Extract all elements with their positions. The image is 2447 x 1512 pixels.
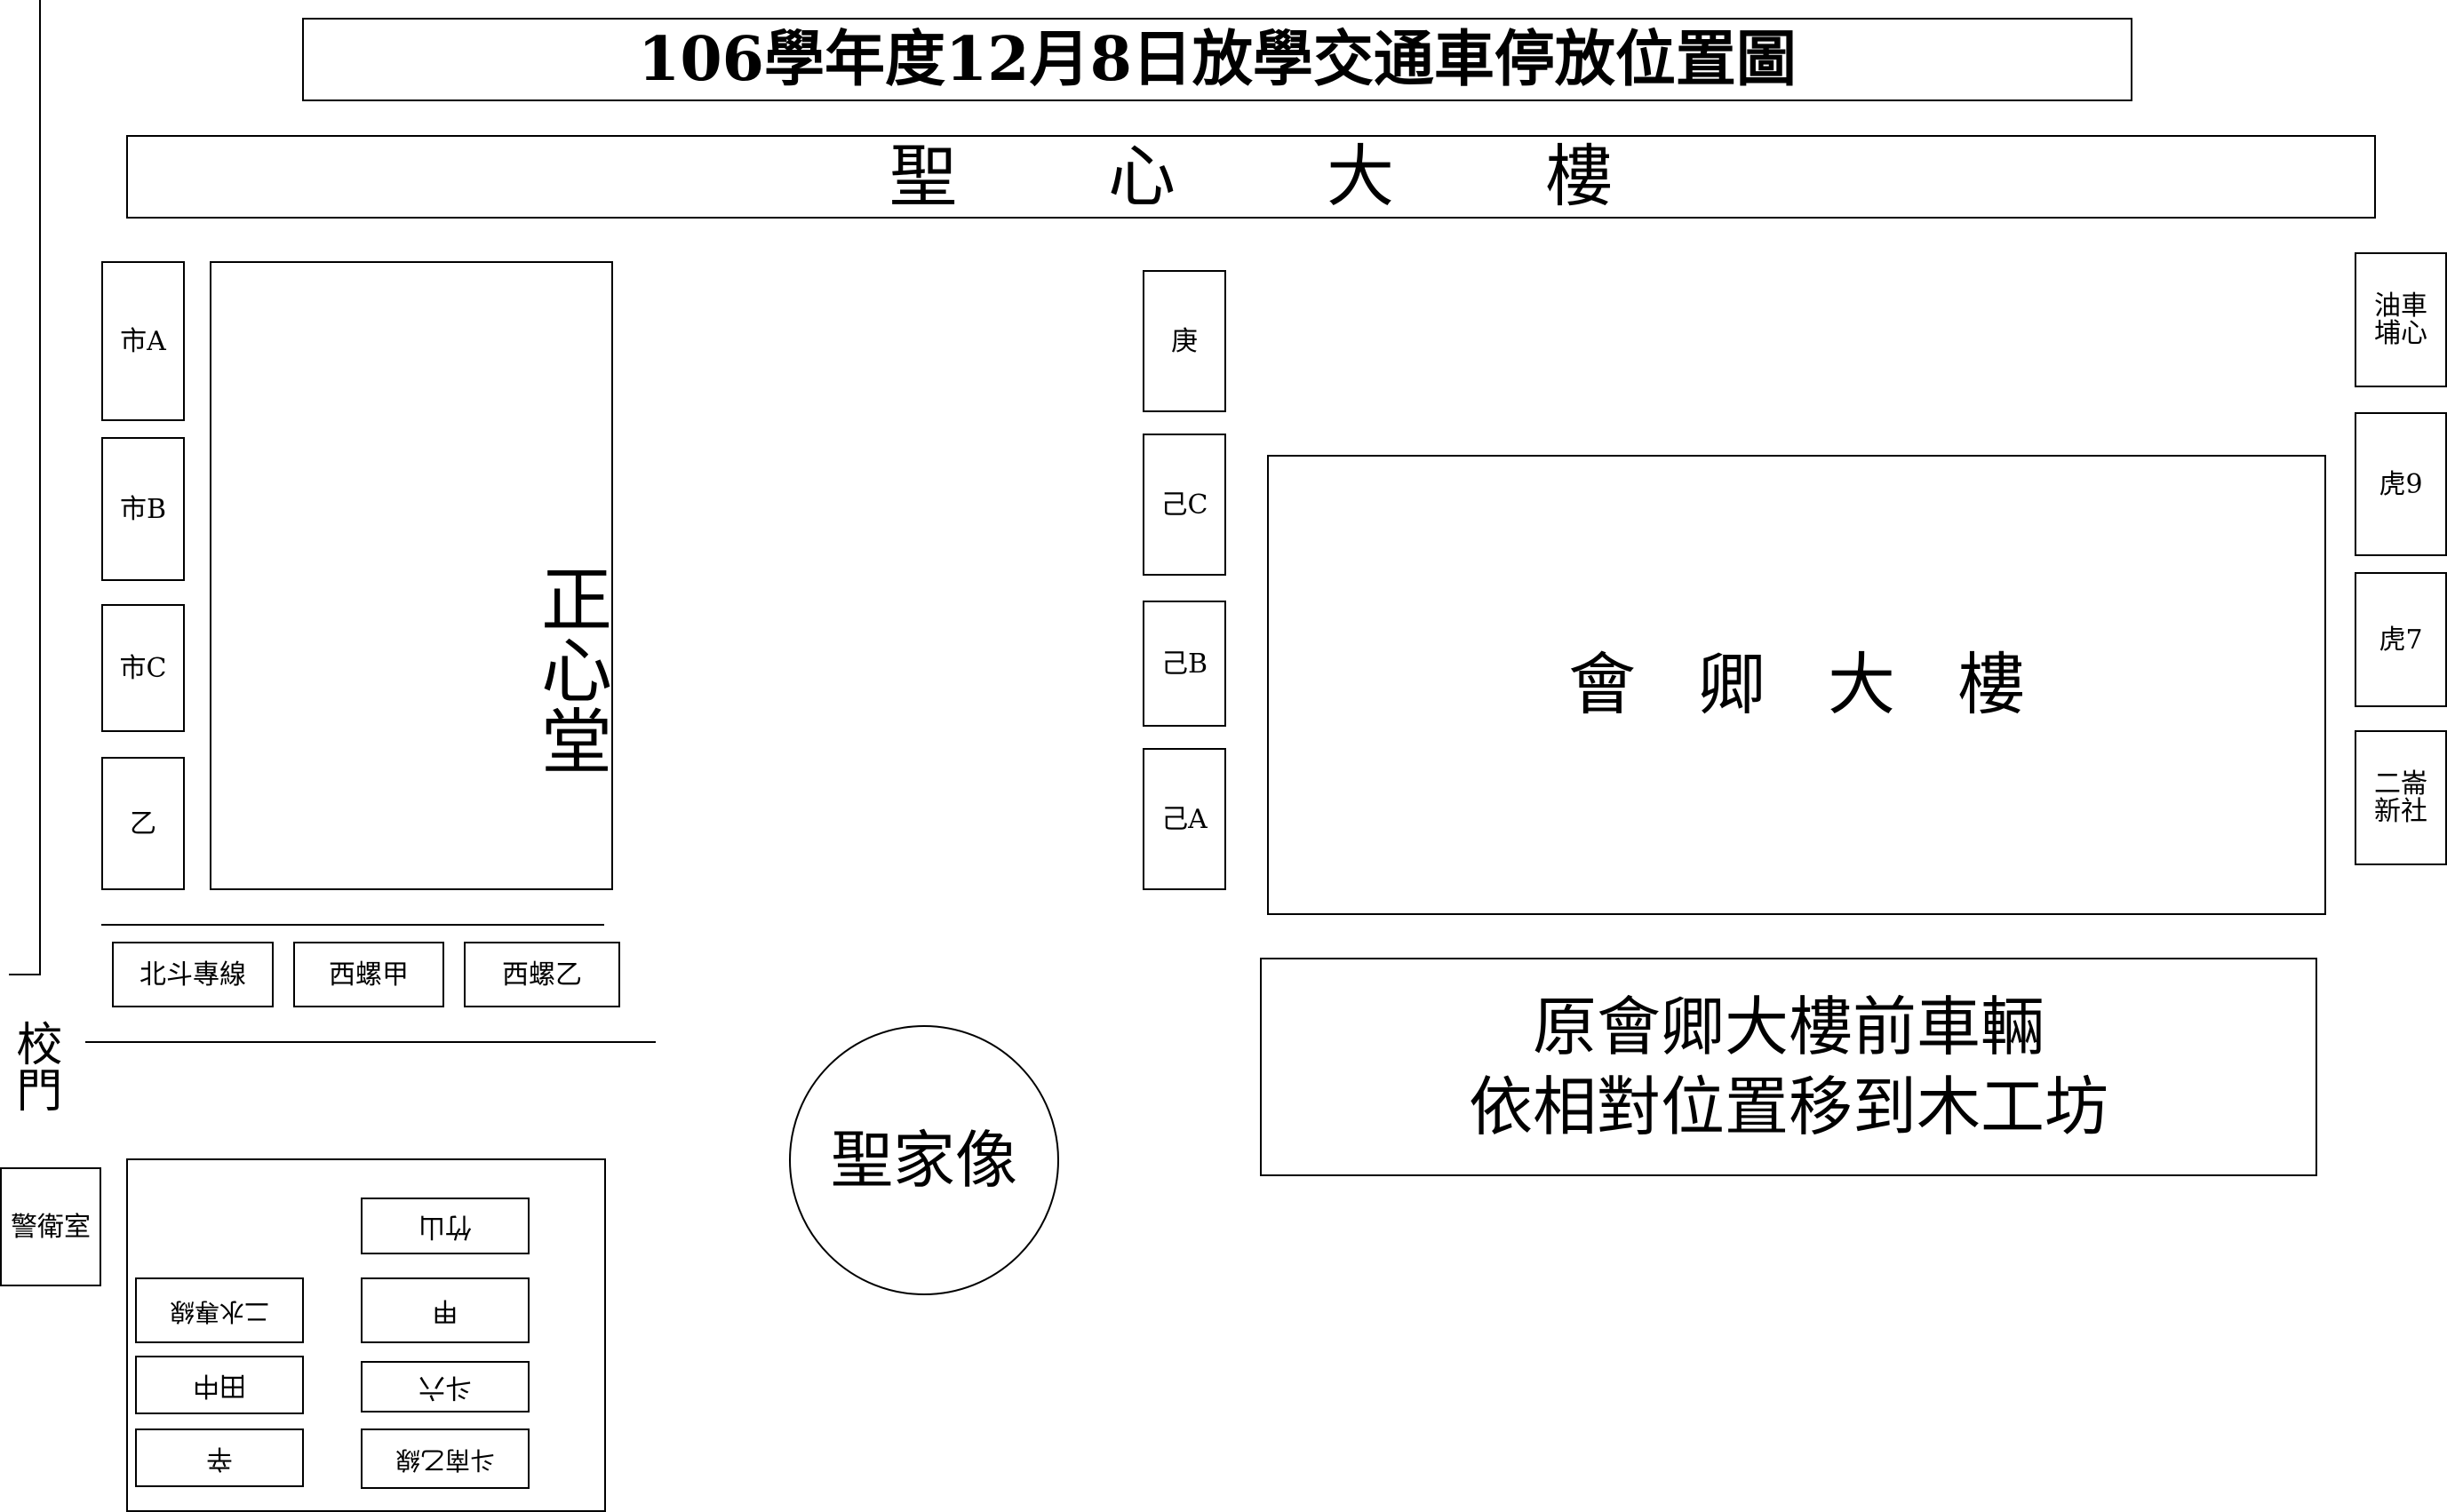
slot-xiluo-yi: 西螺乙 [464, 942, 620, 1007]
slot-xin: 辛 [135, 1428, 304, 1487]
slot-youche-puxin: 油車 埔心 [2355, 252, 2447, 387]
slot-label: 市B [119, 493, 167, 525]
slot-shi-a: 市A [101, 261, 185, 421]
relocation-note-line2: 依相對位置移到木工坊 [1468, 1070, 2108, 1144]
slot-label-line2: 埔心 [2374, 318, 2427, 349]
slot-label: 虎7 [2379, 624, 2423, 656]
zhengxin-hall: 正心堂 [210, 261, 613, 890]
school-gate: 校門 [7, 1020, 61, 1125]
huiqing-building-label: 會卿大樓 [1568, 645, 2087, 725]
slot-label: 西螺乙 [502, 959, 582, 991]
slot-ji-c: 己C [1143, 434, 1226, 576]
slot-ershui: 二水專線 [135, 1277, 304, 1343]
slot-label: 西螺甲 [329, 959, 409, 991]
slot-jia: 甲 [361, 1277, 530, 1343]
slot-label: 己A [1161, 803, 1208, 835]
school-gate-label: 校門 [7, 1020, 61, 1112]
guard-room: 警衛室 [0, 1167, 101, 1286]
slot-label: 庚 [1171, 325, 1198, 357]
slot-label: 市C [119, 652, 167, 684]
slot-label: 己B [1160, 648, 1208, 680]
left-fence-vertical [39, 0, 41, 975]
slot-label: 己C [1160, 489, 1208, 521]
page-title: 106學年度12月8日放學交通車停放位置圖 [302, 18, 2132, 101]
huiqing-building: 會卿大樓 [1267, 455, 2326, 915]
gate-road-line [85, 1041, 656, 1043]
slot-label: 甲 [432, 1294, 458, 1326]
page-title-text: 106學年度12月8日放學交通車停放位置圖 [638, 23, 1797, 95]
slot-hu9: 虎9 [2355, 412, 2447, 556]
zhengxin-hall-label: 正心堂 [530, 562, 612, 776]
slot-geng: 庚 [1143, 270, 1226, 412]
slot-label-line2: 新社 [2374, 796, 2427, 827]
shengxin-building-label: 聖心大樓 [889, 137, 1764, 217]
slot-yi: 乙 [101, 757, 185, 890]
slot-ji-b: 己B [1143, 601, 1226, 727]
holy-family-statue-label: 聖家像 [831, 1123, 1017, 1197]
slot-xiluo-jia: 西螺甲 [293, 942, 444, 1007]
slot-label: 市A [120, 325, 166, 357]
slot-label: 斗南乙線 [395, 1444, 495, 1475]
slot-zhushan: 竹山 [361, 1198, 530, 1254]
slot-label-line1: 油車 [2374, 290, 2427, 322]
slot-label: 辛 [206, 1442, 233, 1474]
slot-beidou: 北斗專線 [112, 942, 274, 1007]
slot-tianzhong: 田中 [135, 1356, 304, 1414]
relocation-note: 原會卿大樓前車輛 依相對位置移到木工坊 [1260, 958, 2317, 1176]
slot-label: 二水專線 [169, 1296, 269, 1326]
slot-label: 斗六 [418, 1371, 472, 1403]
slot-label: 乙 [130, 808, 156, 840]
slot-shi-b: 市B [101, 437, 185, 581]
slot-label: 田中 [193, 1369, 246, 1401]
left-divider-line [101, 924, 604, 926]
relocation-note-line1: 原會卿大樓前車輛 [1532, 990, 2044, 1064]
left-fence-end [9, 974, 41, 975]
guard-room-label: 警衛室 [11, 1211, 91, 1243]
slot-ji-a: 己A [1143, 748, 1226, 890]
slot-douliu: 斗六 [361, 1361, 530, 1413]
shengxin-building: 聖心大樓 [126, 135, 2376, 219]
slot-label: 竹山 [418, 1210, 472, 1242]
slot-label-line1: 二崙 [2374, 768, 2427, 800]
slot-label: 虎9 [2379, 468, 2423, 500]
slot-hu7: 虎7 [2355, 572, 2447, 707]
slot-shi-c: 市C [101, 604, 185, 732]
slot-label: 北斗專線 [139, 959, 246, 991]
slot-erlun-xinshe: 二崙 新社 [2355, 730, 2447, 865]
holy-family-statue: 聖家像 [789, 1025, 1059, 1295]
slot-dounan: 斗南乙線 [361, 1428, 530, 1489]
